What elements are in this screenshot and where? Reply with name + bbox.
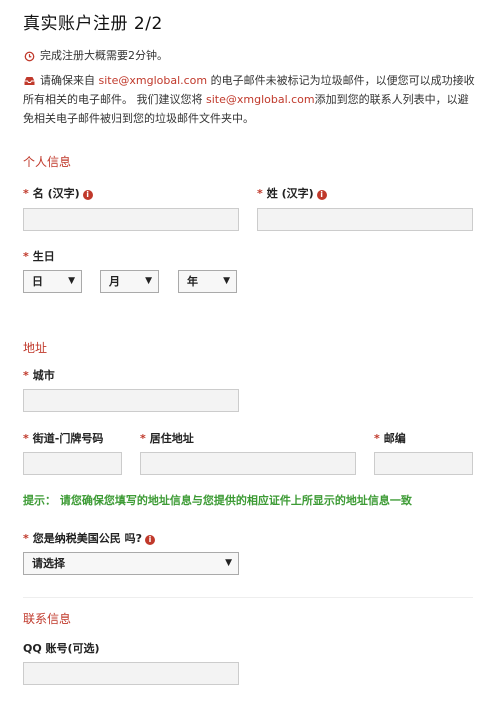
postcode-label: * 邮编 [374,432,406,445]
us-citizen-select[interactable]: 请选择 ▼ [23,552,239,575]
required-mark: * [23,187,29,200]
email-notice: 请确保来自 site@xmglobal.com 的电子邮件未被标记为垃圾邮件，以… [23,74,475,125]
info-icon[interactable]: i [316,190,327,200]
email-link[interactable]: site@xmglobal.com [99,74,208,87]
chevron-down-icon: ▼ [68,276,75,286]
divider [23,597,473,598]
chevron-down-icon: ▼ [225,558,232,568]
last-name-input[interactable] [257,208,473,231]
dob-label: * 生日 [23,250,55,263]
last-name-label: * 姓 (汉字) i [257,185,327,201]
email-link[interactable]: site@xmglobal.com [206,93,315,106]
page-title: 真实账户注册 2/2 [23,14,163,34]
info-icon[interactable]: i [82,190,93,200]
section-title-contact: 联系信息 [23,612,72,626]
qq-input[interactable] [23,662,239,685]
required-mark: * [140,432,146,445]
first-name-input[interactable] [23,208,239,231]
city-label: * 城市 [23,369,55,382]
section-title-address: 地址 [23,341,48,355]
inbox-icon [24,77,35,85]
dob-year-select[interactable]: 年 ▼ [178,270,237,293]
postcode-input[interactable] [374,452,473,475]
time-notice: 完成注册大概需要2分钟。 [23,46,478,65]
required-mark: * [374,432,380,445]
qq-label: QQ 账号(可选) [23,642,100,655]
section-title-personal: 个人信息 [23,155,72,169]
residence-label: * 居住地址 [140,432,194,445]
required-mark: * [23,250,29,263]
dob-day-select[interactable]: 日 ▼ [23,270,82,293]
residence-input[interactable] [140,452,356,475]
required-mark: * [23,432,29,445]
clock-icon [24,51,35,61]
info-icon[interactable]: i [144,535,155,545]
first-name-label: * 名 (汉字) i [23,185,93,201]
city-input[interactable] [23,389,239,412]
required-mark: * [257,187,263,200]
street-label: * 街道-门牌号码 [23,432,104,445]
us-citizen-label: * 您是纳税美国公民 吗? i [23,530,155,546]
chevron-down-icon: ▼ [223,276,230,286]
required-mark: * [23,532,29,545]
address-hint: 提示： 请您确保您填写的地址信息与您提供的相应证件上所显示的地址信息一致 [23,494,412,507]
dob-month-select[interactable]: 月 ▼ [100,270,159,293]
required-mark: * [23,369,29,382]
chevron-down-icon: ▼ [145,276,152,286]
street-input[interactable] [23,452,122,475]
